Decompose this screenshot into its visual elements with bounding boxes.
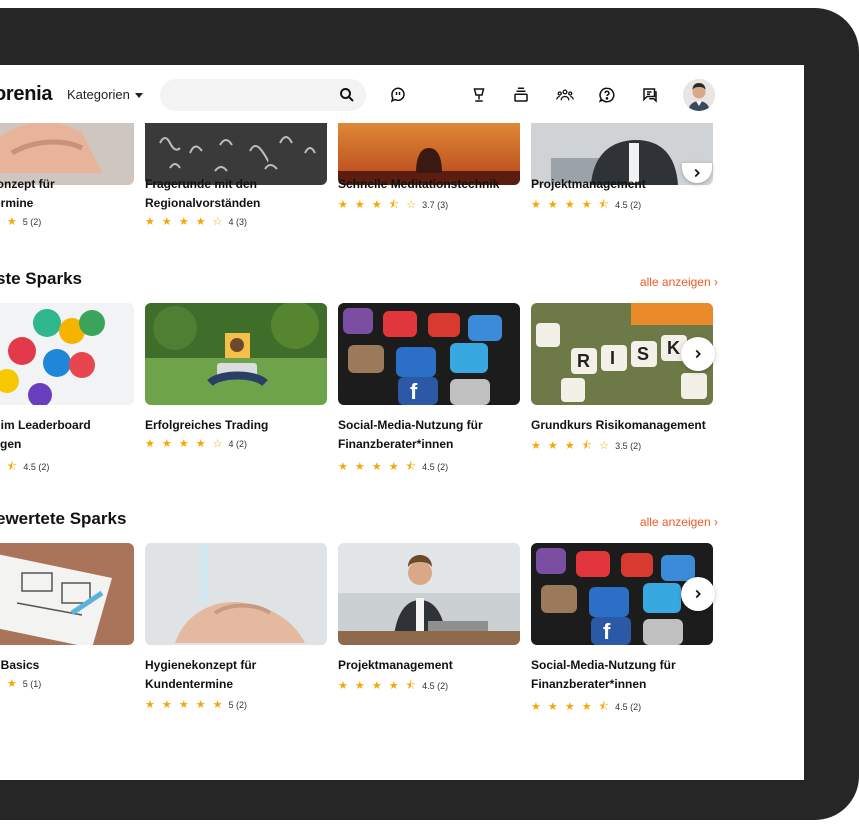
svg-text:S: S [637, 344, 649, 364]
user-avatar[interactable] [683, 79, 715, 111]
star-rating-icon: ★ ⯪ [0, 461, 20, 473]
categories-dropdown[interactable]: Kategorien [67, 87, 143, 102]
show-all-link[interactable]: alle anzeigen › [640, 515, 718, 529]
card-thumbnail: f [338, 303, 520, 405]
carousel-next-button[interactable] [681, 577, 715, 611]
trophy-icon[interactable] [467, 83, 491, 107]
team-icon[interactable] [553, 83, 577, 107]
card-rating: ★ ★ ★ ★ ⯪ 4.5 (2) [531, 701, 642, 713]
card-title: Hygienekonzept für Kundentermine [145, 658, 257, 691]
card-title: Schnelle Meditationstechnik [338, 177, 500, 191]
card-title: Social-Media-Nutzung für Finanzberater*in… [531, 658, 676, 691]
device-frame: orenia Kategorien [0, 0, 859, 828]
card-rating: ★ ⯪4.5 (2) [0, 458, 49, 477]
star-rating-icon: ★ ★ ★ ★ ☆ [145, 216, 225, 228]
star-rating-icon: ★ ★ ★ ★ ⯪ [338, 680, 419, 692]
search-icon[interactable] [335, 83, 359, 107]
card-rating: ★ ★ ★ ★ ★ 5 (2) [145, 699, 248, 711]
star-rating-icon: ★ ★ [0, 216, 19, 228]
carousel-next-button[interactable] [681, 337, 715, 371]
show-all-link[interactable]: alle anzeigen › [640, 275, 718, 289]
card-thumbnail [338, 543, 520, 645]
search-input[interactable] [172, 85, 326, 107]
card-rating: ★ ★ ★ ★ ☆ 4 (3) [145, 216, 248, 228]
star-rating-icon: ★ ★ ★ ★ ⯪ [531, 199, 612, 211]
star-rating-icon: ★ ★ ★ ★ ⯪ [531, 701, 612, 713]
svg-text:f: f [410, 379, 418, 404]
top-navigation-bar: orenia Kategorien [0, 65, 804, 123]
star-rating-icon: ★ ★ ★ ★ ★ [145, 699, 225, 711]
svg-text:R: R [577, 351, 590, 371]
help-icon[interactable] [595, 83, 619, 107]
svg-text:K: K [667, 338, 680, 358]
star-rating-icon: ★ ★ ★ ★ ☆ [145, 438, 225, 450]
section-title: ewertete Sparks [0, 509, 127, 528]
card-title: Grundkurs Risikomanagement [531, 418, 706, 432]
star-rating-icon: ★ ★ [0, 678, 19, 690]
categories-label: Kategorien [67, 87, 130, 102]
lightbulb-chat-icon[interactable] [386, 83, 410, 107]
card-rating: ★ ★ ★ ★ ☆ 4 (2) [145, 438, 248, 450]
card-rating: ★ ★5 (1) [0, 677, 41, 690]
star-rating-icon: ★ ★ ★ ⯪ ☆ [531, 440, 612, 452]
card-title: Projektmanagement [338, 658, 453, 672]
star-rating-icon: ★ ★ ★ ★ ⯪ [338, 461, 419, 473]
app-screen: orenia Kategorien [0, 65, 804, 780]
chevron-right-icon [695, 589, 701, 599]
svg-text:f: f [603, 619, 611, 644]
card-rating: ★ ★ ★ ⯪ ☆ 3.5 (2) [531, 440, 642, 452]
card-rating: ★ ★ ★ ★ ⯪ 4.5 (2) [338, 680, 449, 692]
card-rating: ★ ★ ★ ⯪ ☆ 3.7 (3) [338, 199, 449, 211]
rated-sparks-section: ewertete Sparks alle anzeigen › f Basics… [0, 503, 804, 743]
sparks-section: ste Sparks alle anzeigen › f RI SK n im L… [0, 263, 804, 483]
card-title: Social-Media-Nutzung für Finanzberater*in… [338, 418, 483, 451]
card-thumbnail [0, 543, 134, 645]
card-title: Erfolgreiches Trading [145, 418, 269, 432]
card-rating: ★ ★5 (2) [0, 215, 41, 228]
card-rating: ★ ★ ★ ★ ⯪ 4.5 (2) [338, 461, 449, 473]
messages-icon[interactable] [638, 83, 662, 107]
card-thumbnail [0, 303, 134, 405]
chevron-right-icon [695, 349, 701, 359]
card-thumbnail [145, 543, 327, 645]
caret-down-icon [134, 93, 143, 99]
app-logo[interactable]: orenia [0, 83, 53, 106]
star-rating-icon: ★ ★ ★ ⯪ ☆ [338, 199, 419, 211]
card-rating: ★ ★ ★ ★ ⯪ 4.5 (2) [531, 199, 642, 211]
section-title: ste Sparks [0, 269, 82, 288]
card-title: Fragerunde mit den Regionalvorständen [145, 177, 261, 210]
stack-icon[interactable] [509, 83, 533, 107]
card-thumbnail [145, 303, 327, 405]
svg-text:I: I [610, 348, 615, 368]
